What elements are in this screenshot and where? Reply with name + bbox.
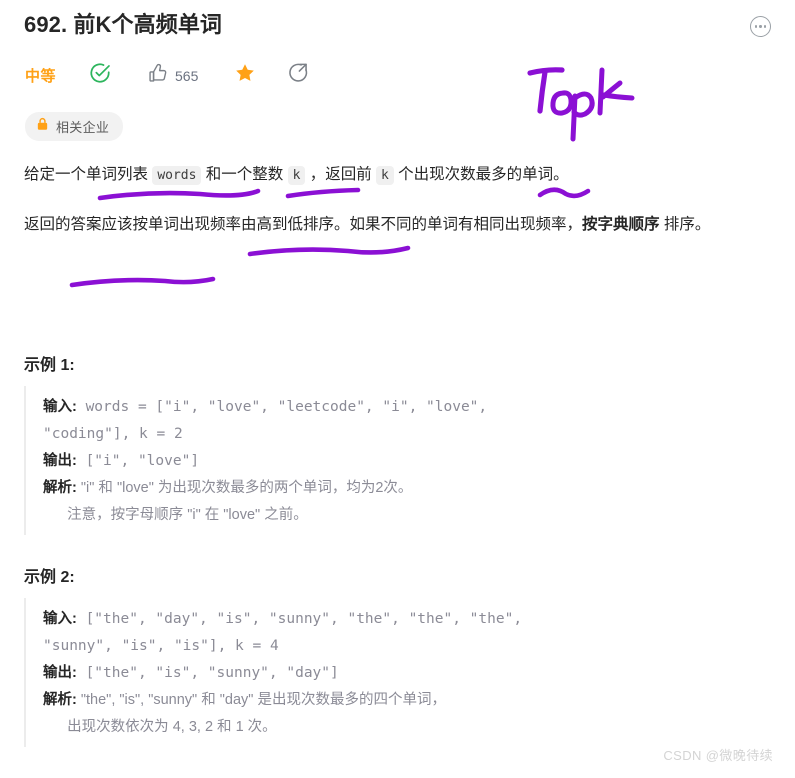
inline-code-words: words	[152, 166, 202, 185]
example-2-input-value: ["the", "day", "is", "sunny", "the", "th…	[43, 611, 523, 654]
example-2-code-block: 输入: ["the", "day", "is", "sunny", "the",…	[24, 598, 724, 747]
page-title: 692. 前K个高频单词	[24, 12, 223, 37]
meta-row: 中等 565	[25, 62, 310, 89]
example-2-heading: 示例 2:	[24, 569, 75, 586]
more-dots	[754, 25, 767, 28]
inline-code-k-1: k	[287, 166, 306, 185]
desc-p2-part1: 返回的答案应该按单词出现频率由高到低排序。如果不同的单词有相同出现频率，	[24, 216, 583, 233]
example-2-explain-value: "the", "is", "sunny" 和 "day" 是出现次数最多的四个单…	[67, 692, 446, 735]
example-1-output-label: 输出:	[43, 453, 77, 469]
desc-p1-part2: 和一个整数	[201, 166, 288, 183]
more-horizontal-icon[interactable]	[750, 16, 771, 37]
problem-page: 692. 前K个高频单词 中等 565 相关企业 给定一个单词列表 words …	[0, 0, 795, 778]
desc-p1-part3: ，返回前	[305, 166, 377, 183]
check-circle-icon	[89, 62, 111, 89]
example-1-output-value: ["i", "love"]	[76, 453, 200, 469]
example-1-explain-value: "i" 和 "love" 为出现次数最多的两个单词，均为2次。 注意，按字母顺序…	[67, 480, 413, 523]
example-1-input-value: words = ["i", "love", "leetcode", "i", "…	[43, 399, 488, 442]
related-companies-label: 相关企业	[56, 120, 110, 135]
like-count: 565	[175, 67, 199, 84]
inline-code-k-2: k	[376, 166, 394, 185]
difficulty-label: 中等	[25, 68, 57, 85]
desc-p2-part2: 排序。	[659, 216, 711, 233]
example-1-input-label: 输入:	[43, 399, 77, 415]
share-icon	[288, 62, 310, 89]
example-2-output-label: 输出:	[43, 665, 77, 681]
star-icon	[234, 62, 256, 89]
desc-p1-part1: 给定一个单词列表	[24, 166, 153, 183]
share-button[interactable]	[288, 62, 310, 89]
example-1-code-block: 输入: words = ["i", "love", "leetcode", "i…	[24, 386, 724, 535]
desc-p2-bold: 按字典顺序	[582, 216, 660, 233]
handwritten-annotation-topk	[518, 57, 663, 147]
problem-description: 给定一个单词列表 words 和一个整数 k ，返回前 k 个出现次数最多的单词…	[24, 159, 724, 249]
solved-status-button[interactable]	[89, 62, 111, 89]
title-row: 692. 前K个高频单词	[24, 10, 771, 40]
example-2-explain-label: 解析:	[43, 692, 77, 708]
example-2-input-label: 输入:	[43, 611, 77, 627]
example-1-heading: 示例 1:	[24, 357, 75, 374]
example-1-explain-label: 解析:	[43, 480, 77, 496]
favorite-button[interactable]	[234, 62, 256, 89]
desc-p1-part4: 个出现次数最多的单词。	[393, 166, 569, 183]
thumbs-up-icon	[147, 63, 168, 89]
related-companies-badge[interactable]: 相关企业	[25, 112, 124, 141]
lock-icon	[36, 117, 49, 136]
description-paragraph-1: 给定一个单词列表 words 和一个整数 k ，返回前 k 个出现次数最多的单词…	[24, 159, 724, 191]
description-paragraph-2: 返回的答案应该按单词出现频率由高到低排序。如果不同的单词有相同出现频率，按字典顺…	[24, 209, 724, 240]
watermark: CSDN @微晚待续	[663, 748, 773, 763]
like-button[interactable]: 565	[147, 63, 198, 89]
example-2-output-value: ["the", "is", "sunny", "day"]	[76, 665, 339, 681]
